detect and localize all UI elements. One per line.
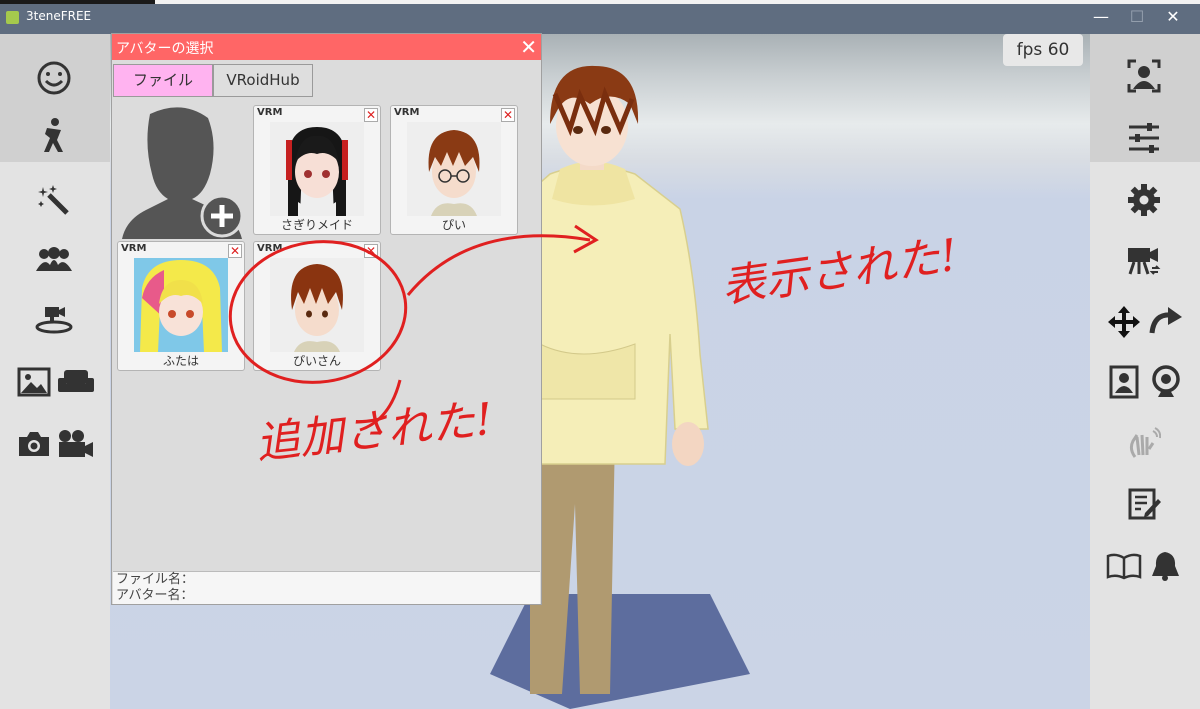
redo-arrow-icon[interactable] <box>1146 302 1186 342</box>
pose-icon[interactable] <box>34 116 74 156</box>
portrait-icon[interactable] <box>1104 362 1144 402</box>
avatar-name-label: アバター名： <box>116 588 194 603</box>
avatar-thumbnail <box>270 122 364 216</box>
camera-stage-icon[interactable] <box>34 300 74 340</box>
webcam-icon[interactable] <box>1146 362 1186 402</box>
avatar-name: ぴい <box>441 218 466 232</box>
add-user-icon <box>122 107 244 239</box>
move-arrows-icon[interactable] <box>1104 302 1144 342</box>
window-title-bar: 3teneFREE — ☐ ✕ <box>0 0 1200 34</box>
gear-icon[interactable] <box>1124 180 1164 220</box>
group-icon[interactable] <box>34 240 74 280</box>
vrm-badge: VRM <box>257 243 283 254</box>
delete-avatar-button[interactable]: ✕ <box>501 108 515 122</box>
sliders-icon[interactable] <box>1124 118 1164 158</box>
right-toolbar <box>1090 34 1200 709</box>
background-image-icon[interactable] <box>14 362 54 402</box>
avatar-card-pii-san[interactable]: VRM ✕ ぴいさん <box>253 241 381 371</box>
tab-file[interactable]: ファイル <box>113 64 213 97</box>
tab-vroidhub[interactable]: VRoidHub <box>213 64 313 97</box>
file-name-label: ファイル名： <box>116 572 195 587</box>
avatar-info-panel: ファイル名： アバター名： <box>113 571 540 604</box>
minimize-button[interactable]: — <box>1092 8 1110 26</box>
add-avatar-button[interactable] <box>120 104 245 239</box>
bell-icon[interactable] <box>1146 546 1186 586</box>
avatar-thumbnail <box>270 258 364 352</box>
window-title: 3teneFREE <box>26 9 92 23</box>
dialog-close-button[interactable]: ✕ <box>520 35 537 59</box>
effects-wand-icon[interactable] <box>34 180 74 220</box>
avatar-name: ふたは <box>162 354 199 368</box>
avatar-thumbnail <box>134 258 228 352</box>
app-icon <box>6 11 19 24</box>
fps-counter: fps 60 <box>1003 34 1083 66</box>
avatar-card-sagiri-maid[interactable]: VRM ✕ さぎりメイド <box>253 105 381 235</box>
face-tracking-icon[interactable] <box>1124 56 1164 96</box>
avatar-select-dialog: アバターの選択 ✕ ファイル VRoidHub VRM ✕ さぎりメイド VRM… <box>111 33 542 605</box>
edit-icon[interactable] <box>1124 484 1164 524</box>
dialog-header: アバターの選択 ✕ <box>112 34 541 60</box>
movie-camera-icon[interactable] <box>56 424 96 464</box>
dialog-title: アバターの選択 <box>116 41 214 57</box>
sofa-icon[interactable] <box>56 362 96 402</box>
avatar-name: ぴいさん <box>292 354 341 368</box>
delete-avatar-button[interactable]: ✕ <box>228 244 242 258</box>
vrm-badge: VRM <box>257 107 283 118</box>
left-toolbar <box>0 34 110 709</box>
vrm-badge: VRM <box>121 243 147 254</box>
hand-wave-icon[interactable] <box>1124 424 1164 464</box>
book-icon[interactable] <box>1104 546 1144 586</box>
delete-avatar-button[interactable]: ✕ <box>364 108 378 122</box>
avatar-thumbnail <box>407 122 501 216</box>
face-icon[interactable] <box>34 58 74 98</box>
camera-icon[interactable] <box>14 424 54 464</box>
screen-top-strip <box>0 0 1200 4</box>
maximize-button[interactable]: ☐ <box>1128 8 1146 26</box>
avatar-card-futaha[interactable]: VRM ✕ ふたは <box>117 241 245 371</box>
delete-avatar-button[interactable]: ✕ <box>364 244 378 258</box>
avatar-name: さぎりメイド <box>280 218 353 232</box>
close-window-button[interactable]: ✕ <box>1164 8 1182 26</box>
vrm-badge: VRM <box>394 107 420 118</box>
video-camera-icon[interactable] <box>1124 240 1164 280</box>
avatar-card-pii[interactable]: VRM ✕ ぴい <box>390 105 518 235</box>
